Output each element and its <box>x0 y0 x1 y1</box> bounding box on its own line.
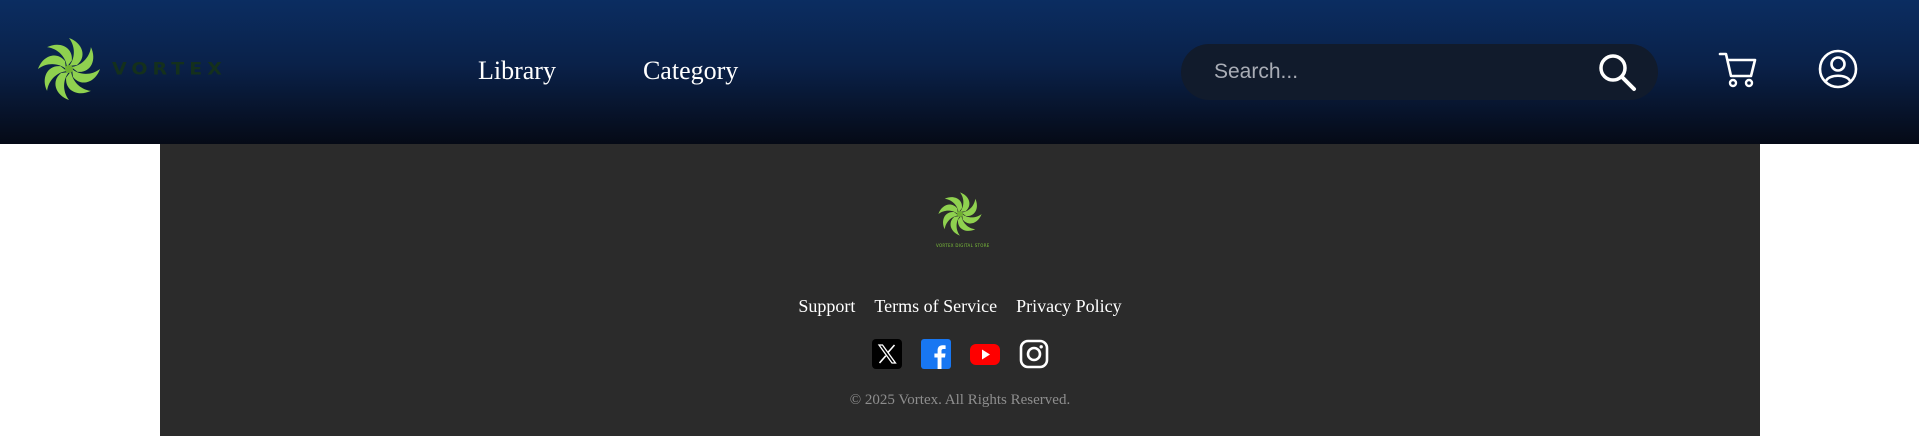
vortex-logo-icon <box>938 192 982 236</box>
brand-logo[interactable]: VORTEX <box>36 36 227 102</box>
cart-button[interactable] <box>1718 50 1758 95</box>
nav-category[interactable]: Category <box>643 55 738 87</box>
instagram-icon[interactable] <box>1019 339 1049 369</box>
copyright-text: © 2025 Vortex. All Rights Reserved. <box>849 392 1071 408</box>
brand-name: VORTEX <box>112 59 227 79</box>
search-button[interactable] <box>1588 44 1646 100</box>
vortex-logo-icon <box>38 38 100 100</box>
footer-link-terms[interactable]: Terms of Service <box>874 296 997 317</box>
account-button[interactable] <box>1818 49 1858 94</box>
footer-logo-text: VORTEX DIGITAL STORE <box>936 243 990 248</box>
footer-link-support[interactable]: Support <box>798 296 855 317</box>
footer-links: Support Terms of Service Privacy Policy <box>160 296 1760 317</box>
footer-logo: VORTEX DIGITAL STORE <box>936 191 990 248</box>
site-header: VORTEX Library Category <box>0 0 1919 144</box>
nav-library[interactable]: Library <box>478 55 556 87</box>
site-footer: VORTEX DIGITAL STORE Support Terms of Se… <box>160 144 1760 436</box>
search-input[interactable] <box>1181 44 1588 100</box>
footer-link-privacy[interactable]: Privacy Policy <box>1016 296 1122 317</box>
user-icon <box>1818 49 1858 89</box>
search-bar <box>1181 44 1658 100</box>
facebook-icon[interactable] <box>920 339 951 369</box>
main-nav: Library Category <box>478 55 825 87</box>
social-links <box>160 339 1760 369</box>
youtube-icon[interactable] <box>969 339 1000 369</box>
search-icon <box>1599 54 1636 91</box>
cart-icon <box>1718 52 1757 88</box>
x-icon[interactable] <box>871 339 902 369</box>
